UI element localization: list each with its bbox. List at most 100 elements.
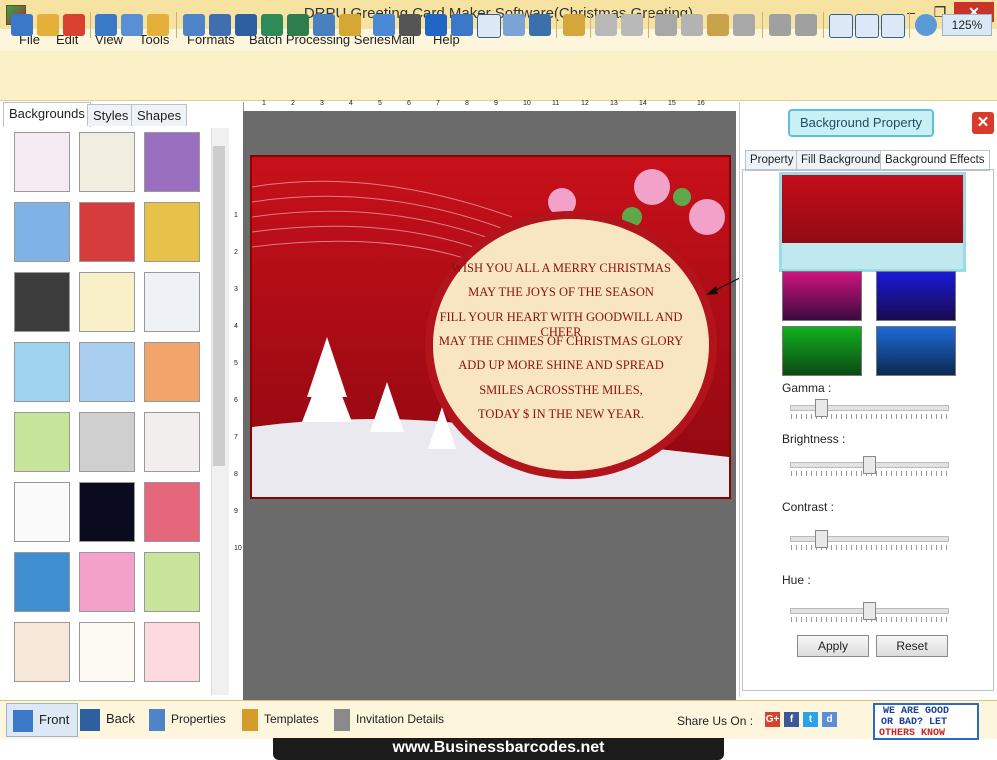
email-icon[interactable] (503, 14, 525, 36)
undo-icon[interactable] (595, 14, 617, 36)
background-thumbnail[interactable] (14, 132, 70, 192)
facebook-icon[interactable]: f (784, 712, 799, 727)
background-thumbnail[interactable] (144, 342, 200, 402)
apply-button[interactable]: Apply (797, 635, 869, 657)
reset-button[interactable]: Reset (876, 635, 948, 657)
actual-size-icon[interactable] (855, 14, 879, 38)
tab-fill-background[interactable]: Fill Background (796, 150, 886, 171)
cut-icon[interactable] (655, 14, 677, 36)
open-icon[interactable] (37, 14, 59, 36)
card-verse-line[interactable]: ADD UP MORE SHINE AND SPREAD (430, 358, 692, 373)
hue-slider-thumb[interactable] (862, 602, 876, 620)
close-panel-button[interactable]: ✕ (972, 112, 994, 134)
export-icon[interactable] (147, 14, 169, 36)
card-verse-line[interactable]: SMILES ACROSSTHE MILES, (430, 383, 692, 398)
slider-ticks (791, 545, 947, 550)
print-preview-icon[interactable] (235, 14, 257, 36)
paste-icon[interactable] (707, 14, 729, 36)
zoom-level-input[interactable]: 125% (942, 14, 992, 36)
back-button[interactable]: Back (74, 703, 144, 735)
background-thumbnail[interactable] (79, 622, 135, 682)
ruler-tick-label: 11 (552, 100, 560, 107)
save-icon[interactable] (95, 14, 117, 36)
word-art-icon[interactable] (451, 14, 473, 36)
scrollbar-thumb[interactable] (213, 146, 225, 466)
barcode-icon[interactable] (373, 14, 395, 36)
feedback-banner[interactable]: WE ARE GOOD OR BAD? LET OTHERS KNOW (873, 703, 979, 740)
barcode2-icon[interactable] (399, 14, 421, 36)
line-icon[interactable] (529, 14, 551, 36)
background-thumbnail[interactable] (14, 622, 70, 682)
ruler-tick-label: 1 (262, 100, 266, 107)
close-file-icon[interactable] (63, 14, 85, 36)
gamma-slider[interactable] (790, 405, 949, 411)
background-thumbnail[interactable] (144, 482, 200, 542)
front-button[interactable]: Front (6, 703, 78, 737)
zoom-icon[interactable] (915, 14, 937, 36)
background-thumbnail[interactable] (14, 342, 70, 402)
properties-icon[interactable] (183, 14, 205, 36)
google-plus-icon[interactable]: G+ (765, 712, 780, 727)
brightness-slider-thumb[interactable] (862, 456, 876, 474)
tab-background-effects[interactable]: Background Effects (880, 150, 990, 171)
background-thumbnail[interactable] (79, 132, 135, 192)
copy-icon[interactable] (681, 14, 703, 36)
properties-page-icon (149, 708, 165, 731)
properties-button[interactable]: Properties (143, 703, 237, 735)
image-icon[interactable] (261, 14, 283, 36)
effect-preview-teal[interactable] (876, 326, 956, 376)
bring-front-icon[interactable] (769, 14, 791, 36)
symbol-icon[interactable] (477, 14, 501, 38)
background-thumbnail[interactable] (144, 622, 200, 682)
background-thumbnail[interactable] (144, 412, 200, 472)
effect-preview-green[interactable] (782, 326, 862, 376)
background-thumbnail[interactable] (14, 552, 70, 612)
tab-shapes[interactable]: Shapes (131, 104, 188, 126)
text-icon[interactable] (425, 14, 447, 36)
database-icon[interactable] (563, 14, 585, 36)
delicious-icon[interactable]: d (822, 712, 837, 727)
background-thumbnail[interactable] (79, 552, 135, 612)
background-thumbnail[interactable] (79, 272, 135, 332)
print-icon[interactable] (209, 14, 231, 36)
gamma-slider-thumb[interactable] (815, 399, 829, 417)
grid-icon[interactable] (829, 14, 853, 38)
card-verse-line[interactable]: MAY THE CHIMES OF CHRISTMAS GLORY (430, 334, 692, 349)
picture-icon[interactable] (313, 14, 335, 36)
effect-preview-magenta[interactable] (782, 271, 862, 321)
contrast-slider[interactable] (790, 536, 949, 542)
contrast-slider-thumb[interactable] (815, 530, 829, 548)
card-verse-line[interactable]: TODAY $ IN THE NEW YEAR. (430, 407, 692, 422)
card-verse-line[interactable]: WISH YOU ALL A MERRY CHRISTMAS (430, 261, 692, 276)
templates-button[interactable]: Templates (236, 703, 330, 735)
background-thumbnail[interactable] (14, 412, 70, 472)
save-as-icon[interactable] (121, 14, 143, 36)
effect-preview-blue[interactable] (876, 271, 956, 321)
background-thumbnail[interactable] (79, 482, 135, 542)
invitation-details-button[interactable]: Invitation Details (328, 703, 464, 735)
background-thumbnail[interactable] (14, 482, 70, 542)
new-icon[interactable] (11, 14, 33, 36)
fit-window-icon[interactable] (881, 14, 905, 38)
redo-icon[interactable] (621, 14, 643, 36)
tab-backgrounds[interactable]: Backgrounds (3, 102, 91, 127)
card-verse-line[interactable]: MAY THE JOYS OF THE SEASON (430, 285, 692, 300)
tab-property[interactable]: Property (745, 150, 799, 171)
tab-styles[interactable]: Styles (87, 104, 135, 126)
background-thumbnail[interactable] (144, 552, 200, 612)
background-thumbnail[interactable] (144, 132, 200, 192)
background-thumbnail[interactable] (79, 202, 135, 262)
delete-icon[interactable] (733, 14, 755, 36)
background-thumbnail[interactable] (144, 202, 200, 262)
signature-icon[interactable] (287, 14, 309, 36)
background-thumbnail[interactable] (79, 342, 135, 402)
banner-line: OTHERS KNOW (879, 728, 946, 739)
twitter-icon[interactable]: t (803, 712, 818, 727)
send-back-icon[interactable] (795, 14, 817, 36)
background-thumbnail[interactable] (79, 412, 135, 472)
background-thumbnail[interactable] (14, 272, 70, 332)
shape-icon[interactable] (339, 14, 361, 36)
background-thumbnail[interactable] (144, 272, 200, 332)
background-thumbnail[interactable] (14, 202, 70, 262)
effect-preview-selected[interactable] (779, 172, 966, 272)
